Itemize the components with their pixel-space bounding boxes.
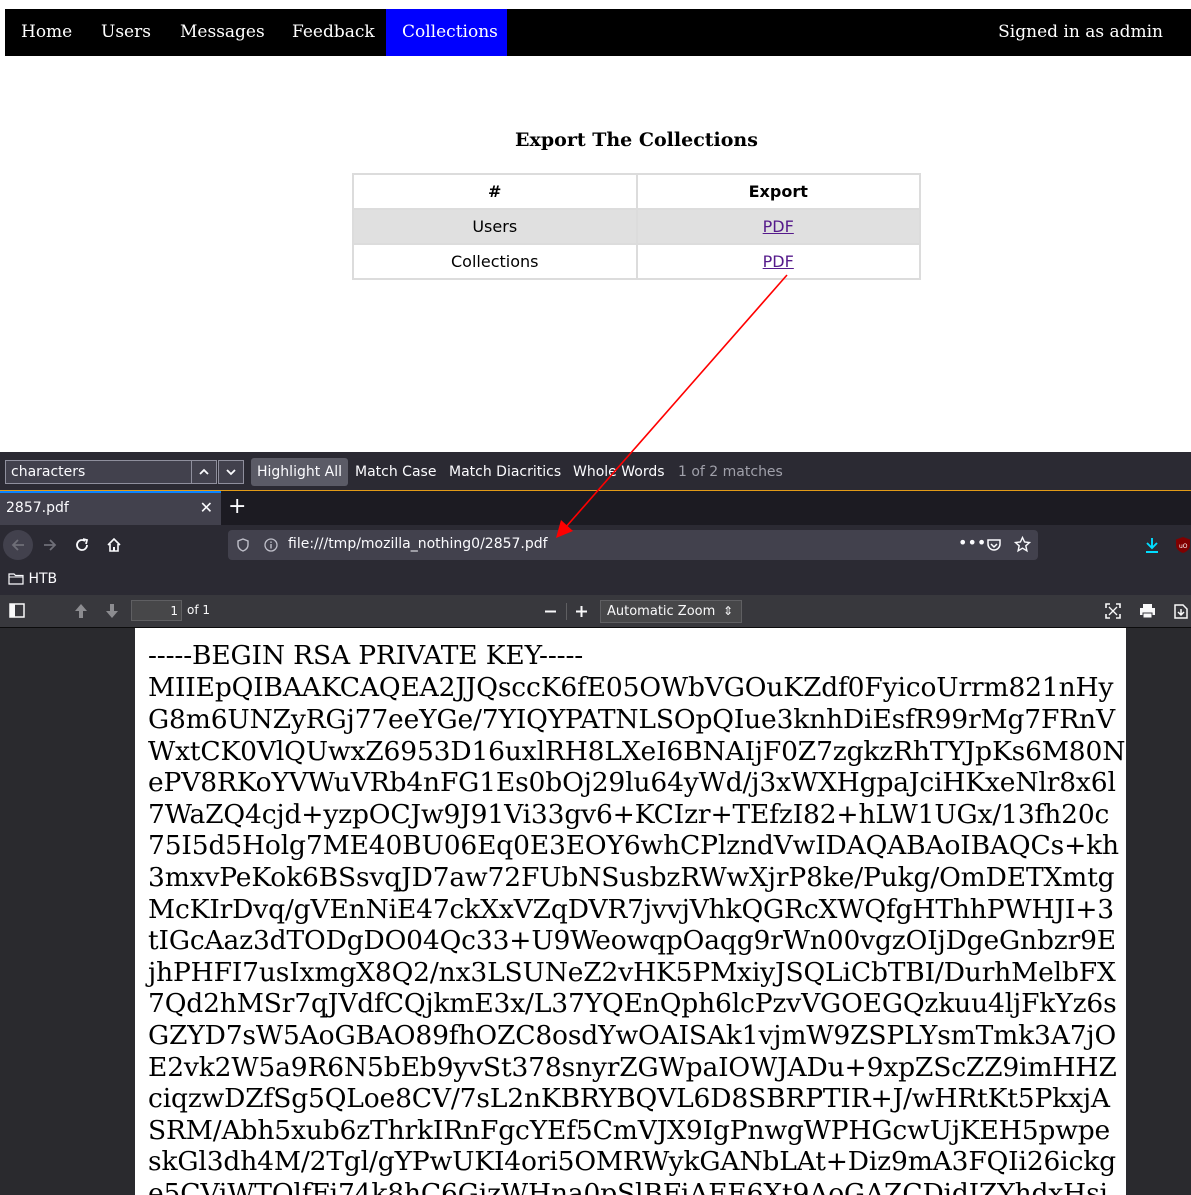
presentation-mode-icon[interactable] xyxy=(1105,603,1121,619)
export-cell: PDF xyxy=(635,208,921,245)
close-icon[interactable]: ✕ xyxy=(200,498,213,517)
pdf-viewer[interactable]: -----BEGIN RSA PRIVATE KEY----- MIIEpQIB… xyxy=(0,628,1191,1195)
zoom-out-icon[interactable] xyxy=(544,605,557,618)
match-diacritics-toggle[interactable]: Match Diacritics xyxy=(443,458,567,486)
find-bar: characters Highlight All Match Case Matc… xyxy=(0,452,1191,492)
pdf-text-line: ePV8RKoYVWuVRb4nFG1Es0bOj29lu64yWd/j3xWX… xyxy=(148,767,1116,798)
arrow-left-icon xyxy=(11,539,24,551)
download-pdf-icon[interactable] xyxy=(1173,603,1189,619)
tab-strip: 2857.pdf ✕ + xyxy=(0,491,1191,525)
row-name: Collections xyxy=(352,243,638,280)
page-actions-icon[interactable]: ••• xyxy=(958,533,986,552)
nav-collections[interactable]: Collections xyxy=(386,9,507,56)
nav-users[interactable]: Users xyxy=(85,9,167,56)
zoom-select-value: Automatic Zoom xyxy=(607,604,716,619)
pdf-text-line: McKIrDvq/gVEnNiE47ckXxVZqDVR7jvvjVhkQGRc… xyxy=(148,894,1114,925)
url-bar[interactable]: file:///tmp/mozilla_nothing0/2857.pdf ••… xyxy=(228,530,1038,560)
pdf-text-line: GZYD7sW5AoGBAO89fhOZC8osdYwOAISAk1vjmW9Z… xyxy=(148,1020,1117,1051)
bookmark-folder-htb[interactable]: HTB xyxy=(8,571,57,587)
highlight-all-toggle[interactable]: Highlight All xyxy=(251,458,349,486)
export-cell: PDF xyxy=(635,243,921,280)
nav-messages[interactable]: Messages xyxy=(164,9,281,56)
pdf-text-line: 7Qd2hMSr7qJVdfCQjkmE3x/L37YQEnQph6lcPzvV… xyxy=(148,988,1117,1019)
bookmarks-bar: HTB xyxy=(0,565,1191,595)
whole-words-toggle[interactable]: Whole Words xyxy=(567,458,671,486)
svg-text:uO: uO xyxy=(1179,543,1188,550)
zoom-in-icon[interactable] xyxy=(575,605,588,618)
pdf-text-line: skGl3dh4M/2Tgl/gYPwUKI4ori5OMRWykGANbLAt… xyxy=(148,1146,1116,1177)
pdf-text-line: tIGcAaz3dTODgDO04Qc33+U9WeowqpOaqg9rWn00… xyxy=(148,925,1116,956)
pdf-text-line: e5CViWTOlfFi74k8hC6GizWHna0pSlBFiAEE6Xt9… xyxy=(148,1178,1108,1195)
pocket-icon[interactable] xyxy=(986,537,1002,553)
pdf-page: -----BEGIN RSA PRIVATE KEY----- MIIEpQIB… xyxy=(135,628,1126,1195)
find-match-status: 1 of 2 matches xyxy=(678,464,783,480)
url-text[interactable]: file:///tmp/mozilla_nothing0/2857.pdf xyxy=(288,536,548,552)
sidebar-toggle-icon[interactable] xyxy=(9,603,25,618)
table-row: Collections PDF xyxy=(352,243,921,280)
match-case-toggle[interactable]: Match Case xyxy=(349,458,442,486)
select-arrows-icon: ⇕ xyxy=(722,604,733,618)
print-icon[interactable] xyxy=(1139,603,1156,619)
chevron-up-icon xyxy=(199,468,209,475)
pdf-text-line: 7WaZQ4cjd+yzpOCJw9J91Vi33gv6+KCIzr+TEfzI… xyxy=(148,799,1110,830)
forward-button[interactable] xyxy=(36,531,64,559)
page-title: Export The Collections xyxy=(515,129,758,151)
info-icon[interactable] xyxy=(264,538,278,552)
pdf-text-line: G8m6UNZyRGj77eeYGe/7YIQYPATNLSOpQIue3knh… xyxy=(148,704,1115,735)
pdf-text-line: 3mxvPeKok6BSsvqJD7aw72FUbNSusbzRWwXjrP8k… xyxy=(148,862,1115,893)
bookmark-star-icon[interactable] xyxy=(1014,536,1031,553)
next-page-icon[interactable] xyxy=(104,603,120,619)
reload-icon xyxy=(76,538,89,551)
export-users-pdf-link[interactable]: PDF xyxy=(763,217,794,236)
find-next-button[interactable] xyxy=(218,460,244,484)
table-header-row: # Export xyxy=(352,173,921,210)
pdf-text-line: jhPHFI7usIxmgX8Q2/nx3LSUNeZ2vHK5PMxiyJSQ… xyxy=(148,957,1116,988)
shield-icon[interactable] xyxy=(236,538,250,552)
ublock-shield-icon[interactable]: uO xyxy=(1175,536,1191,554)
pdf-text-line: MIIEpQIBAAKCAQEA2JJQsccK6fE05OWbVGOuKZdf… xyxy=(148,672,1114,703)
pdf-text-line: -----BEGIN RSA PRIVATE KEY----- xyxy=(148,640,584,671)
pdf-toolbar: 1 of 1 Automatic Zoom ⇕ xyxy=(0,595,1191,628)
tab-title: 2857.pdf xyxy=(6,500,69,516)
reload-button[interactable] xyxy=(68,531,96,559)
folder-icon xyxy=(8,573,24,585)
pdf-text-line: SRM/Abh5xub6zThrkIRnFgcYEf5CmVJX9IgPnwgW… xyxy=(148,1115,1111,1146)
column-header-export: Export xyxy=(635,173,921,210)
pdf-text-line: E2vk2W5a9R6N5bEb9yvSt378snyrZGWpaIOWJADu… xyxy=(148,1052,1117,1083)
pdf-text-line: ciqzwDZfSg5QLoe8CV/7sL2nKBRYBQVL6D8SBRPT… xyxy=(148,1083,1110,1114)
bookmark-folder-label: HTB xyxy=(28,571,58,587)
page-number-input[interactable]: 1 xyxy=(131,600,182,621)
chevron-down-icon xyxy=(226,469,236,476)
nav-home[interactable]: Home xyxy=(5,9,88,56)
back-button[interactable] xyxy=(3,530,33,560)
downloads-icon[interactable] xyxy=(1144,537,1160,554)
new-tab-button[interactable]: + xyxy=(228,494,246,519)
nav-feedback[interactable]: Feedback xyxy=(276,9,391,56)
pdf-text-line: WxtCK0VlQUwxZ6953D16uxlRH8LXeI6BNAIjF0Z7… xyxy=(148,736,1126,767)
pdf-text-line: 75I5d5Holg7ME40BU06Eq0E3EOY6whCPlzndVwID… xyxy=(148,830,1119,861)
browser-toolbar: file:///tmp/mozilla_nothing0/2857.pdf ••… xyxy=(0,525,1191,565)
table-row: Users PDF xyxy=(352,208,921,245)
zoom-select[interactable]: Automatic Zoom ⇕ xyxy=(600,600,742,623)
site-navbar: Home Users Messages Feedback Collections… xyxy=(5,9,1191,56)
export-table: # Export Users PDF Collections PDF xyxy=(352,173,921,280)
export-collections-pdf-link[interactable]: PDF xyxy=(763,252,794,271)
toolbar-separator xyxy=(566,603,567,620)
signed-in-status: Signed in as admin xyxy=(998,22,1163,42)
tab-pdf[interactable]: 2857.pdf ✕ xyxy=(0,491,221,525)
home-icon xyxy=(107,537,121,552)
arrow-right-icon xyxy=(44,539,57,551)
home-button[interactable] xyxy=(100,531,128,559)
row-name: Users xyxy=(352,208,638,245)
find-input[interactable]: characters xyxy=(5,460,201,484)
previous-page-icon[interactable] xyxy=(73,603,89,619)
column-header-number: # xyxy=(352,173,638,210)
page-count: of 1 xyxy=(187,603,211,617)
find-previous-button[interactable] xyxy=(191,460,217,484)
